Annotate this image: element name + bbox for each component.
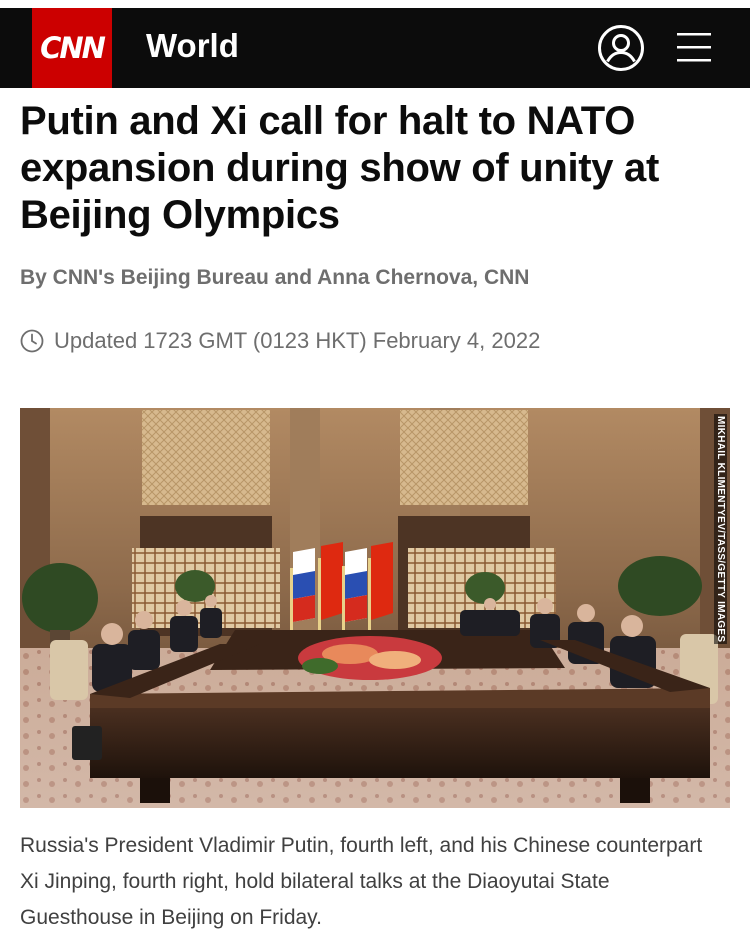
photo-caption: Russia's President Vladimir Putin, fourt…	[20, 834, 703, 929]
top-navigation-bar: CNN World	[0, 0, 750, 88]
user-circle-icon[interactable]	[597, 24, 645, 72]
section-title[interactable]: World	[146, 27, 239, 65]
meeting-room-photo	[20, 408, 730, 808]
clock-icon	[20, 329, 44, 353]
article-headline: Putin and Xi call for halt to NATO expan…	[20, 99, 660, 237]
cnn-logo[interactable]: CNN	[32, 8, 112, 88]
hamburger-menu-icon[interactable]	[676, 29, 712, 65]
photo-credit: MIKHAIL KLIMENTYEV/TASS/GETTY IMAGES	[714, 414, 727, 645]
article-photo[interactable]: MIKHAIL KLIMENTYEV/TASS/GETTY IMAGES	[20, 408, 730, 808]
updated-timestamp: Updated 1723 GMT (0123 HKT) February 4, …	[20, 326, 540, 356]
updated-text: Updated 1723 GMT (0123 HKT) February 4, …	[54, 328, 541, 353]
top-strip	[0, 0, 750, 8]
article-byline: By CNN's Beijing Bureau and Anna Chernov…	[20, 266, 530, 289]
logo-text: CNN	[40, 31, 106, 65]
